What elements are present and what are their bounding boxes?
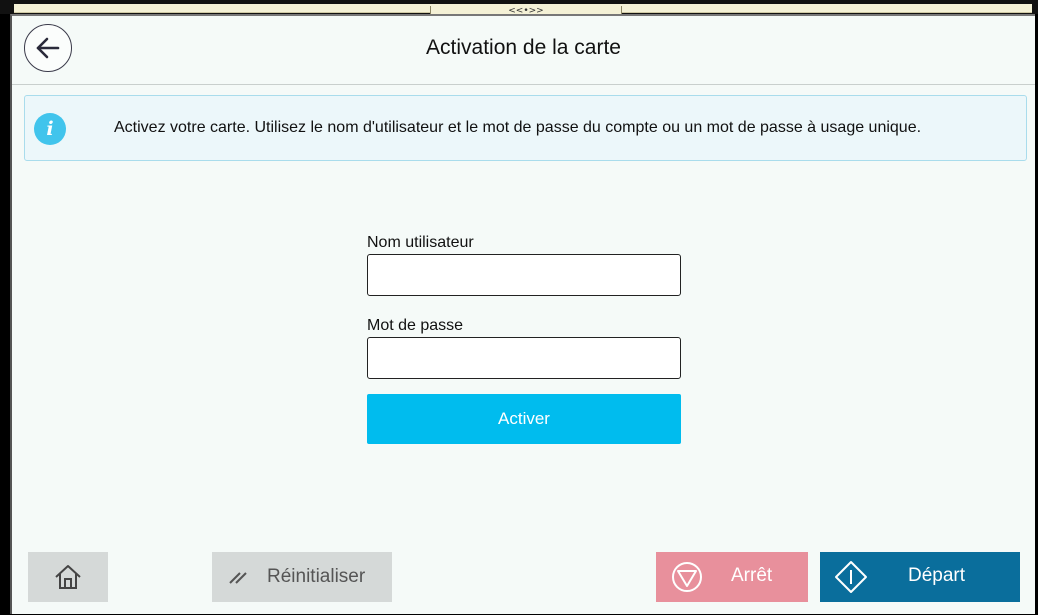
stop-button[interactable]: Arrêt xyxy=(656,552,808,602)
reset-button[interactable]: Réinitialiser xyxy=(212,552,392,602)
screen: Activation de la carte i Activez votre c… xyxy=(10,14,1035,614)
home-button[interactable] xyxy=(28,552,108,602)
activate-button[interactable]: Activer xyxy=(367,394,681,444)
stop-label: Arrêt xyxy=(731,565,773,586)
info-icon: i xyxy=(34,113,66,145)
info-banner: i Activez votre carte. Utilisez le nom d… xyxy=(24,95,1027,161)
stop-icon xyxy=(672,562,702,592)
start-label: Départ xyxy=(908,565,966,586)
header: Activation de la carte xyxy=(12,16,1035,85)
home-icon xyxy=(55,565,81,589)
start-icon xyxy=(835,561,867,593)
password-input[interactable] xyxy=(367,337,681,379)
password-label: Mot de passe xyxy=(367,317,464,334)
reset-label: Réinitialiser xyxy=(267,566,366,587)
reset-slash-icon xyxy=(229,572,247,584)
username-label: Nom utilisateur xyxy=(367,234,474,251)
activation-form: Nom utilisateur Mot de passe Activer xyxy=(367,232,683,444)
start-button[interactable]: Départ xyxy=(820,552,1020,602)
top-handle-strip: <<•>> xyxy=(0,0,1038,21)
username-input[interactable] xyxy=(367,254,681,296)
info-message: Activez votre carte. Utilisez le nom d'u… xyxy=(114,119,922,136)
page-title: Activation de la carte xyxy=(426,36,621,59)
